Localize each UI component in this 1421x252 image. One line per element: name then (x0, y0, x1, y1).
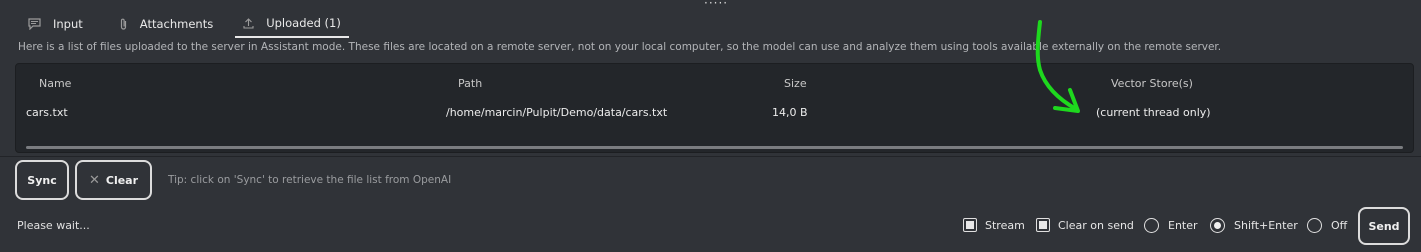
green-arrow-annotation (1035, 20, 1080, 113)
